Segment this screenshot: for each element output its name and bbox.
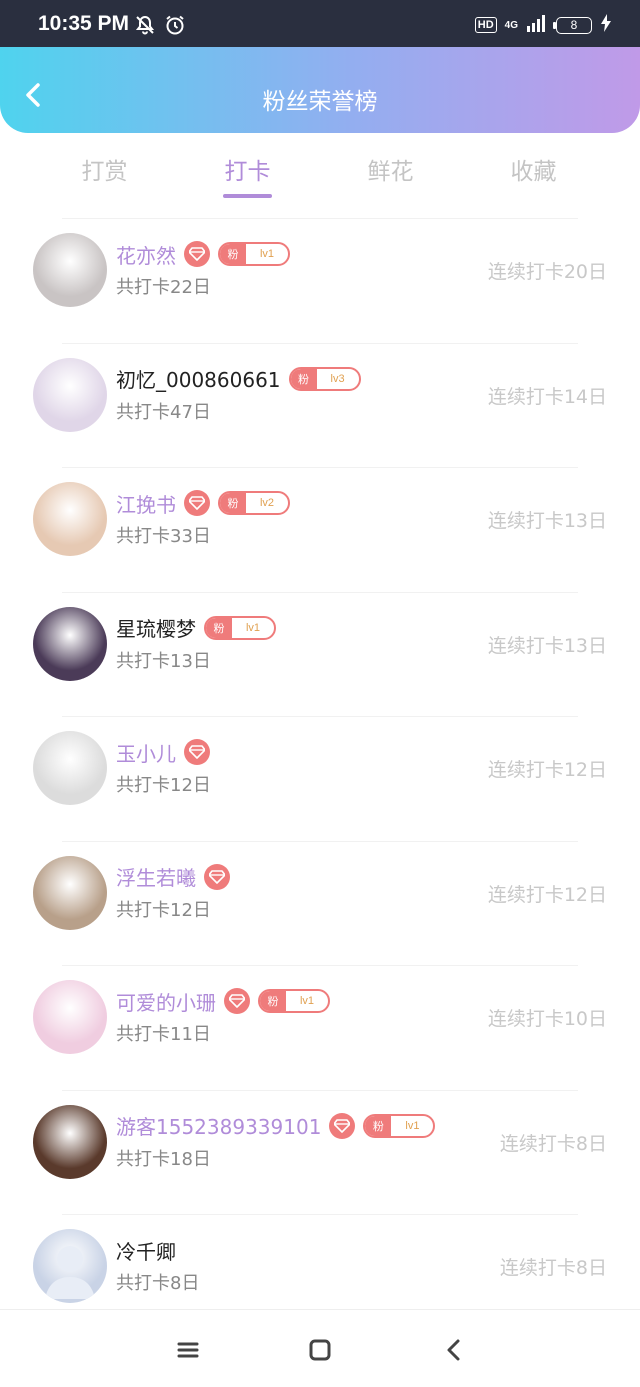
system-back-button[interactable] <box>441 1337 467 1363</box>
avatar[interactable] <box>33 1229 107 1303</box>
fan-badge-label: 粉 <box>365 1115 392 1136</box>
fan-row[interactable]: 可爱的小珊 粉 lv1 共打卡11日 连续打卡10日 <box>33 965 607 1090</box>
fan-name: 江挽书 <box>116 492 176 517</box>
avatar[interactable] <box>33 1104 107 1179</box>
network-label: 4G <box>504 19 518 31</box>
streak-checkins: 连续打卡14日 <box>487 385 607 408</box>
streak-checkins: 连续打卡8日 <box>499 1132 607 1155</box>
fan-row[interactable]: 花亦然 粉 lv1 共打卡22日 连续打卡20日 <box>33 218 607 343</box>
total-checkins: 共打卡18日 <box>116 1148 211 1170</box>
hd-icon: HD <box>474 17 497 33</box>
tab-bar: 打赏 打卡 鲜花 收藏 <box>0 140 640 210</box>
total-checkins: 共打卡22日 <box>116 277 211 298</box>
diamond-icon <box>204 863 230 890</box>
avatar[interactable] <box>33 855 107 930</box>
default-avatar-icon <box>45 1246 95 1299</box>
total-checkins: 共打卡12日 <box>116 899 211 921</box>
menu-icon <box>177 1342 199 1358</box>
fan-row[interactable]: 星琉樱梦粉 lv1 共打卡13日 连续打卡13日 <box>33 591 607 717</box>
tab-checkin[interactable]: 打卡 <box>176 140 319 210</box>
fan-level-badge: 粉 lv2 <box>218 491 290 515</box>
total-checkins: 共打卡12日 <box>116 775 211 796</box>
diamond-icon <box>184 739 210 765</box>
bell-off-icon <box>134 14 156 40</box>
avatar[interactable] <box>33 357 107 432</box>
fan-name: 玉小儿 <box>116 741 176 766</box>
avatar[interactable] <box>33 731 107 805</box>
fan-level: lv1 <box>245 621 261 634</box>
avatar[interactable] <box>33 980 107 1054</box>
streak-checkins: 连续打卡13日 <box>487 510 607 532</box>
fan-level: lv3 <box>330 372 345 385</box>
fan-level-badge: 粉 lv1 <box>258 989 330 1013</box>
total-checkins: 共打卡47日 <box>116 401 211 423</box>
fan-name: 可爱的小珊 <box>116 990 216 1015</box>
fan-level: lv1 <box>259 248 275 260</box>
battery-level: 8 <box>570 18 578 32</box>
fan-row[interactable]: 游客1552389339101 粉 lv1 共打卡18日 连续打卡8日 <box>33 1089 607 1215</box>
fan-row[interactable]: 玉小儿共打卡12日 连续打卡12日 <box>33 716 607 841</box>
fan-name: 游客1552389339101 <box>116 1115 322 1139</box>
streak-checkins: 连续打卡8日 <box>499 1257 607 1279</box>
back-arrow-icon <box>447 1339 460 1361</box>
fan-badge-label: 粉 <box>290 368 317 389</box>
avatar[interactable] <box>33 606 107 681</box>
fan-name: 初忆_000860661 <box>116 368 281 392</box>
fan-badge-label: 粉 <box>220 493 246 513</box>
diamond-icon <box>184 490 210 516</box>
fan-level-badge: 粉 lv1 <box>363 1113 436 1138</box>
tab-favorites[interactable]: 收藏 <box>462 140 605 210</box>
fan-level-badge: 粉 lv3 <box>288 366 361 391</box>
fan-row[interactable]: 江挽书 粉 lv2 共打卡33日 连续打卡13日 <box>33 467 607 592</box>
signal-icon <box>526 14 548 36</box>
streak-checkins: 连续打卡20日 <box>487 261 607 283</box>
fan-list: 花亦然粉 lv1 共打卡22日 连续打卡20日 初忆_000860661 粉 lv3 共打卡4… <box>0 218 640 1339</box>
fan-badge-label: 粉 <box>206 617 232 638</box>
system-nav-bar <box>0 1309 640 1387</box>
status-bar: 10:35 PM HD 4G 8 <box>0 0 640 47</box>
charging-icon <box>600 14 612 36</box>
fan-name: 星琉樱梦 <box>116 617 196 641</box>
diamond-icon <box>184 241 210 267</box>
home-square-icon <box>309 1339 331 1361</box>
home-button[interactable] <box>307 1337 333 1363</box>
status-time: 10:35 PM <box>38 12 130 35</box>
fan-level: lv1 <box>299 995 315 1007</box>
fan-level: lv2 <box>259 497 275 509</box>
fan-level-badge: 粉 lv1 <box>204 615 276 640</box>
fan-name: 冷千卿 <box>116 1239 176 1264</box>
avatar[interactable] <box>33 482 107 556</box>
total-checkins: 共打卡11日 <box>116 1024 211 1045</box>
streak-checkins: 连续打卡12日 <box>487 759 607 781</box>
diamond-icon <box>224 988 250 1014</box>
diamond-icon <box>329 1112 356 1139</box>
streak-checkins: 连续打卡12日 <box>487 883 607 906</box>
alarm-icon <box>164 14 186 40</box>
streak-checkins: 连续打卡10日 <box>487 1008 607 1030</box>
fan-name: 浮生若曦 <box>116 866 196 890</box>
page-title: 粉丝荣誉榜 <box>262 89 378 115</box>
fan-row[interactable]: 浮生若曦共打卡12日 连续打卡12日 <box>33 840 607 966</box>
fan-level-badge: 粉 lv1 <box>218 242 290 266</box>
fan-row[interactable]: 初忆_000860661 粉 lv3 共打卡47日 连续打卡14日 <box>33 342 607 468</box>
total-checkins: 共打卡33日 <box>116 526 211 547</box>
avatar[interactable] <box>33 233 107 307</box>
fan-badge-label: 粉 <box>220 244 246 264</box>
total-checkins: 共打卡8日 <box>116 1273 200 1294</box>
tab-reward[interactable]: 打赏 <box>33 140 176 210</box>
header-bar: 10:35 PM HD 4G 8 粉丝荣誉榜 <box>0 0 640 133</box>
fan-level: lv1 <box>405 1119 420 1132</box>
fan-badge-label: 粉 <box>260 991 286 1011</box>
tab-flowers[interactable]: 鲜花 <box>319 140 462 210</box>
streak-checkins: 连续打卡13日 <box>487 634 607 657</box>
battery-icon: 8 <box>553 16 592 34</box>
total-checkins: 共打卡13日 <box>116 650 211 672</box>
fan-name: 花亦然 <box>116 243 176 268</box>
menu-button[interactable] <box>175 1337 201 1363</box>
